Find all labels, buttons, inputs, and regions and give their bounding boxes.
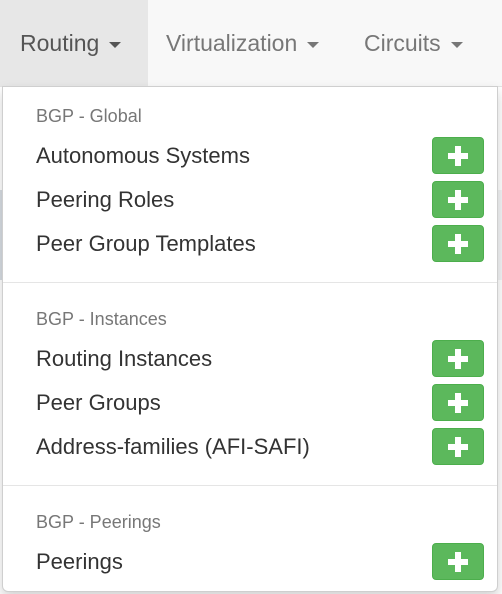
caret-down-icon <box>307 41 320 48</box>
routing-dropdown-menu: BGP - Global Autonomous Systems Peering … <box>2 86 498 592</box>
plus-icon <box>448 189 468 210</box>
menu-item-label: Routing Instances <box>36 346 213 371</box>
nav-virtualization-label: Virtualization <box>166 29 298 56</box>
plus-icon <box>448 392 468 413</box>
nav-circuits[interactable]: Circuits <box>346 0 483 86</box>
menu-divider <box>3 282 497 283</box>
menu-item-peer-groups[interactable]: Peer Groups <box>3 381 497 425</box>
menu-item-peering-roles[interactable]: Peering Roles <box>3 178 497 222</box>
section-header-bgp-global: BGP - Global <box>36 106 142 126</box>
menu-item-label: Peering Roles <box>36 187 175 212</box>
plus-icon <box>448 348 468 369</box>
menu-item-peerings[interactable]: Peerings <box>3 540 497 584</box>
nav-routing-label: Routing <box>20 29 100 56</box>
add-peering-role-button[interactable] <box>432 181 484 218</box>
menu-divider <box>3 485 497 486</box>
plus-icon <box>448 233 468 254</box>
add-peer-group-template-button[interactable] <box>432 225 484 262</box>
nav-virtualization[interactable]: Virtualization <box>148 0 346 86</box>
page: Routing Virtualization Circuits BGP - Gl… <box>0 0 502 594</box>
add-peer-group-button[interactable] <box>432 384 484 421</box>
caret-down-icon <box>450 41 463 48</box>
add-address-family-button[interactable] <box>432 428 484 465</box>
top-navbar: Routing Virtualization Circuits <box>0 0 502 87</box>
plus-icon <box>448 436 468 457</box>
plus-icon <box>448 145 468 166</box>
section-header-bgp-peerings: BGP - Peerings <box>36 512 161 532</box>
menu-item-autonomous-systems[interactable]: Autonomous Systems <box>3 134 497 178</box>
menu-item-label: Peerings <box>36 549 123 574</box>
menu-item-label: Peer Group Templates <box>36 231 256 256</box>
menu-item-routing-instances[interactable]: Routing Instances <box>3 337 497 381</box>
nav-routing[interactable]: Routing <box>0 0 148 86</box>
menu-item-label: Autonomous Systems <box>36 143 250 168</box>
add-peering-button[interactable] <box>432 543 484 580</box>
section-header-bgp-instances: BGP - Instances <box>36 309 167 329</box>
plus-icon <box>448 551 468 572</box>
menu-item-peer-group-templates[interactable]: Peer Group Templates <box>3 222 497 266</box>
add-autonomous-system-button[interactable] <box>432 137 484 174</box>
caret-down-icon <box>109 41 122 48</box>
menu-item-label: Peer Groups <box>36 390 161 415</box>
menu-item-label: Address-families (AFI-SAFI) <box>36 434 310 459</box>
add-routing-instance-button[interactable] <box>432 340 484 377</box>
menu-item-address-families[interactable]: Address-families (AFI-SAFI) <box>3 425 497 469</box>
nav-circuits-label: Circuits <box>364 29 441 56</box>
